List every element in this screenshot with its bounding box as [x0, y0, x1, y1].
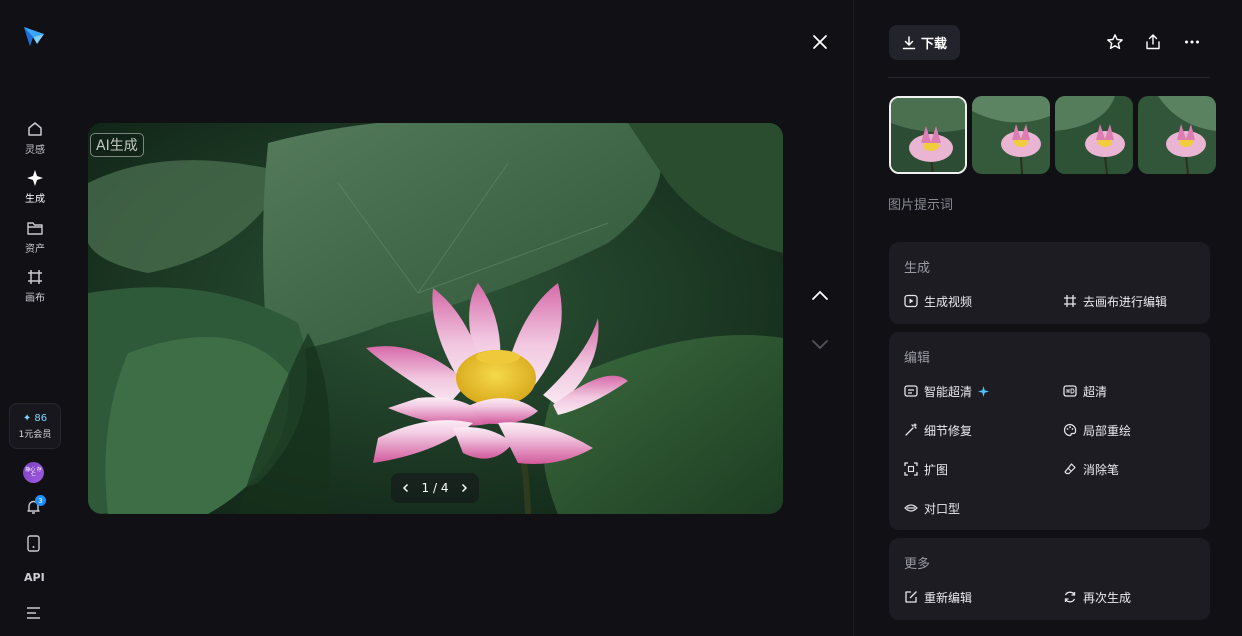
membership-label: 1元会员 [18, 429, 52, 440]
app-logo-icon[interactable] [22, 24, 46, 48]
avatar[interactable]: 静心 存仁 [23, 462, 44, 483]
home-icon [26, 120, 44, 138]
sparkle-icon [26, 169, 44, 187]
hd-icon [1063, 384, 1077, 398]
hd-button[interactable]: 超清 [1063, 382, 1107, 400]
close-icon[interactable] [810, 32, 830, 52]
refresh-icon [1063, 590, 1077, 604]
generate-section: 生成 生成视频 去画布进行编辑 [889, 242, 1210, 324]
generated-image[interactable] [88, 123, 783, 514]
edit-icon [904, 590, 918, 604]
header-divider [888, 77, 1210, 78]
canvas-icon [1063, 294, 1077, 308]
mouth-icon [904, 501, 918, 515]
lip-sync-button[interactable]: 对口型 [904, 499, 960, 517]
image-pager: 1 / 4 [391, 473, 479, 503]
sidebar-item-assets[interactable]: 资产 [10, 219, 60, 255]
canvas-edit-button[interactable]: 去画布进行编辑 [1063, 292, 1167, 310]
edit-section: 编辑 智能超清 超清 细节修复 局部重绘 扩图 消除笔 对口型 [889, 332, 1210, 530]
left-sidebar: 灵感 生成 资产 画布 ✦ 86 1元会员 静心 存仁 3 API [0, 0, 68, 636]
smart-hd-button[interactable]: 智能超清 [904, 382, 990, 400]
notification-badge: 3 [35, 495, 46, 506]
download-icon [902, 35, 916, 50]
chevron-left-icon[interactable] [399, 481, 413, 495]
thumbnail-3[interactable] [1055, 96, 1133, 174]
share-icon[interactable] [1142, 31, 1164, 53]
chevron-up-icon[interactable] [809, 284, 831, 306]
menu-icon[interactable] [26, 606, 41, 620]
magic-wand-icon [904, 423, 918, 437]
api-link[interactable]: API [24, 571, 45, 584]
eraser-icon [1063, 462, 1077, 476]
re-edit-button[interactable]: 重新编辑 [904, 588, 972, 606]
thumbnail-1[interactable] [889, 96, 967, 174]
canvas-icon [26, 268, 44, 286]
sidebar-item-label: 生成 [25, 194, 45, 205]
more-section: 更多 重新编辑 再次生成 [889, 538, 1210, 620]
eraser-button[interactable]: 消除笔 [1063, 460, 1119, 478]
folder-icon [26, 219, 44, 237]
sidebar-item-label: 资产 [25, 244, 45, 255]
pager-text: 1 / 4 [421, 481, 449, 495]
sidebar-item-label: 灵感 [25, 145, 45, 156]
expand-icon [904, 462, 918, 476]
chevron-right-icon[interactable] [457, 481, 471, 495]
expand-image-button[interactable]: 扩图 [904, 460, 948, 478]
ai-generated-tag: AI生成 [90, 133, 144, 157]
credit-points: ✦ 86 [22, 412, 48, 424]
lotus-image [88, 123, 783, 514]
thumbnail-4[interactable] [1138, 96, 1216, 174]
star-icon[interactable] [1104, 31, 1126, 53]
sidebar-item-inspiration[interactable]: 灵感 [10, 120, 60, 156]
palette-icon [1063, 423, 1077, 437]
mobile-icon[interactable] [26, 535, 41, 552]
download-button[interactable]: 下载 [889, 25, 960, 60]
thumbnail-2[interactable] [972, 96, 1050, 174]
chevron-down-icon[interactable] [809, 333, 831, 355]
generate-video-button[interactable]: 生成视频 [904, 292, 972, 310]
panel-divider [853, 0, 854, 636]
inpaint-button[interactable]: 局部重绘 [1063, 421, 1131, 439]
download-label: 下载 [920, 37, 947, 52]
section-title: 编辑 [904, 351, 931, 366]
prompt-label: 图片提示词 [888, 198, 954, 213]
regenerate-button[interactable]: 再次生成 [1063, 588, 1131, 606]
smart-hd-icon [904, 384, 918, 398]
sidebar-item-canvas[interactable]: 画布 [10, 268, 60, 304]
detail-repair-button[interactable]: 细节修复 [904, 421, 972, 439]
section-title: 生成 [904, 261, 931, 276]
membership-card[interactable]: ✦ 86 1元会员 [9, 403, 61, 449]
play-icon [904, 294, 918, 308]
sidebar-item-label: 画布 [25, 293, 45, 304]
more-icon[interactable] [1181, 31, 1203, 53]
section-title: 更多 [904, 557, 931, 572]
sidebar-item-generate[interactable]: 生成 [10, 169, 60, 205]
sparkle-icon [978, 385, 990, 397]
